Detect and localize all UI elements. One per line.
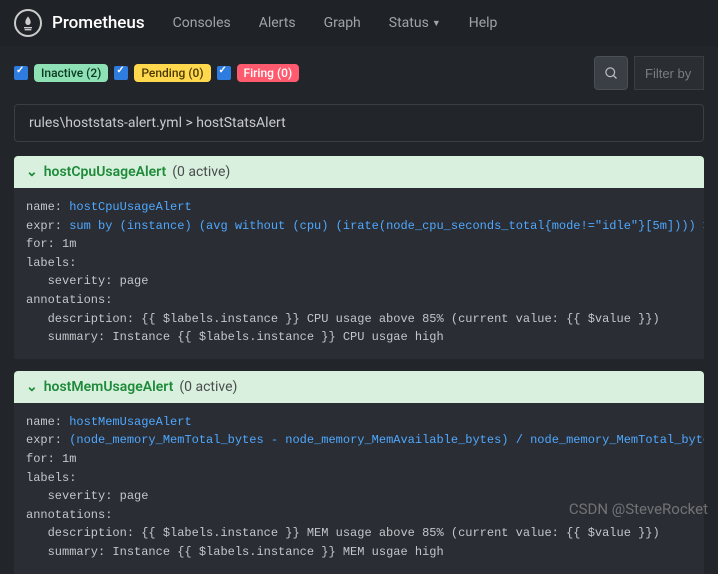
search-icon [604, 66, 619, 81]
prometheus-logo-icon [14, 9, 42, 37]
alert-header-mem[interactable]: ⌄ hostMemUsageAlert (0 active) [14, 371, 704, 403]
alert-title: hostCpuUsageAlert [44, 164, 167, 180]
firing-checkbox[interactable] [217, 66, 231, 80]
navbar: Prometheus Consoles Alerts Graph Status▼… [0, 0, 718, 46]
filter-input[interactable] [634, 56, 704, 90]
brand-title: Prometheus [52, 13, 145, 33]
alert-active-count: (0 active) [179, 379, 237, 395]
alert-header-cpu[interactable]: ⌄ hostCpuUsageAlert (0 active) [14, 156, 704, 188]
alert-title: hostMemUsageAlert [44, 379, 174, 395]
nav-help[interactable]: Help [469, 15, 498, 31]
chevron-down-icon: ▼ [432, 18, 441, 29]
breadcrumb: rules\hoststats-alert.yml > hostStatsAle… [14, 104, 704, 142]
inactive-badge: Inactive (2) [34, 64, 108, 82]
pending-checkbox[interactable] [114, 66, 128, 80]
alert-active-count: (0 active) [172, 164, 230, 180]
alert-body: name: hostMemUsageAlert expr: (node_memo… [14, 403, 704, 574]
nav-graph[interactable]: Graph [324, 15, 361, 31]
pending-badge: Pending (0) [134, 64, 210, 82]
chevron-down-icon: ⌄ [26, 379, 38, 395]
firing-badge: Firing (0) [237, 64, 300, 82]
chevron-down-icon: ⌄ [26, 164, 38, 180]
nav-status[interactable]: Status▼ [389, 15, 441, 31]
search-button[interactable] [594, 56, 628, 90]
nav-consoles[interactable]: Consoles [173, 15, 231, 31]
alert-card: ⌄ hostCpuUsageAlert (0 active) name: hos… [14, 156, 704, 359]
alert-card: ⌄ hostMemUsageAlert (0 active) name: hos… [14, 371, 704, 574]
nav-alerts[interactable]: Alerts [259, 15, 296, 31]
alert-body: name: hostCpuUsageAlert expr: sum by (in… [14, 188, 704, 359]
inactive-checkbox[interactable] [14, 66, 28, 80]
filter-bar: Inactive (2) Pending (0) Firing (0) [0, 46, 718, 100]
